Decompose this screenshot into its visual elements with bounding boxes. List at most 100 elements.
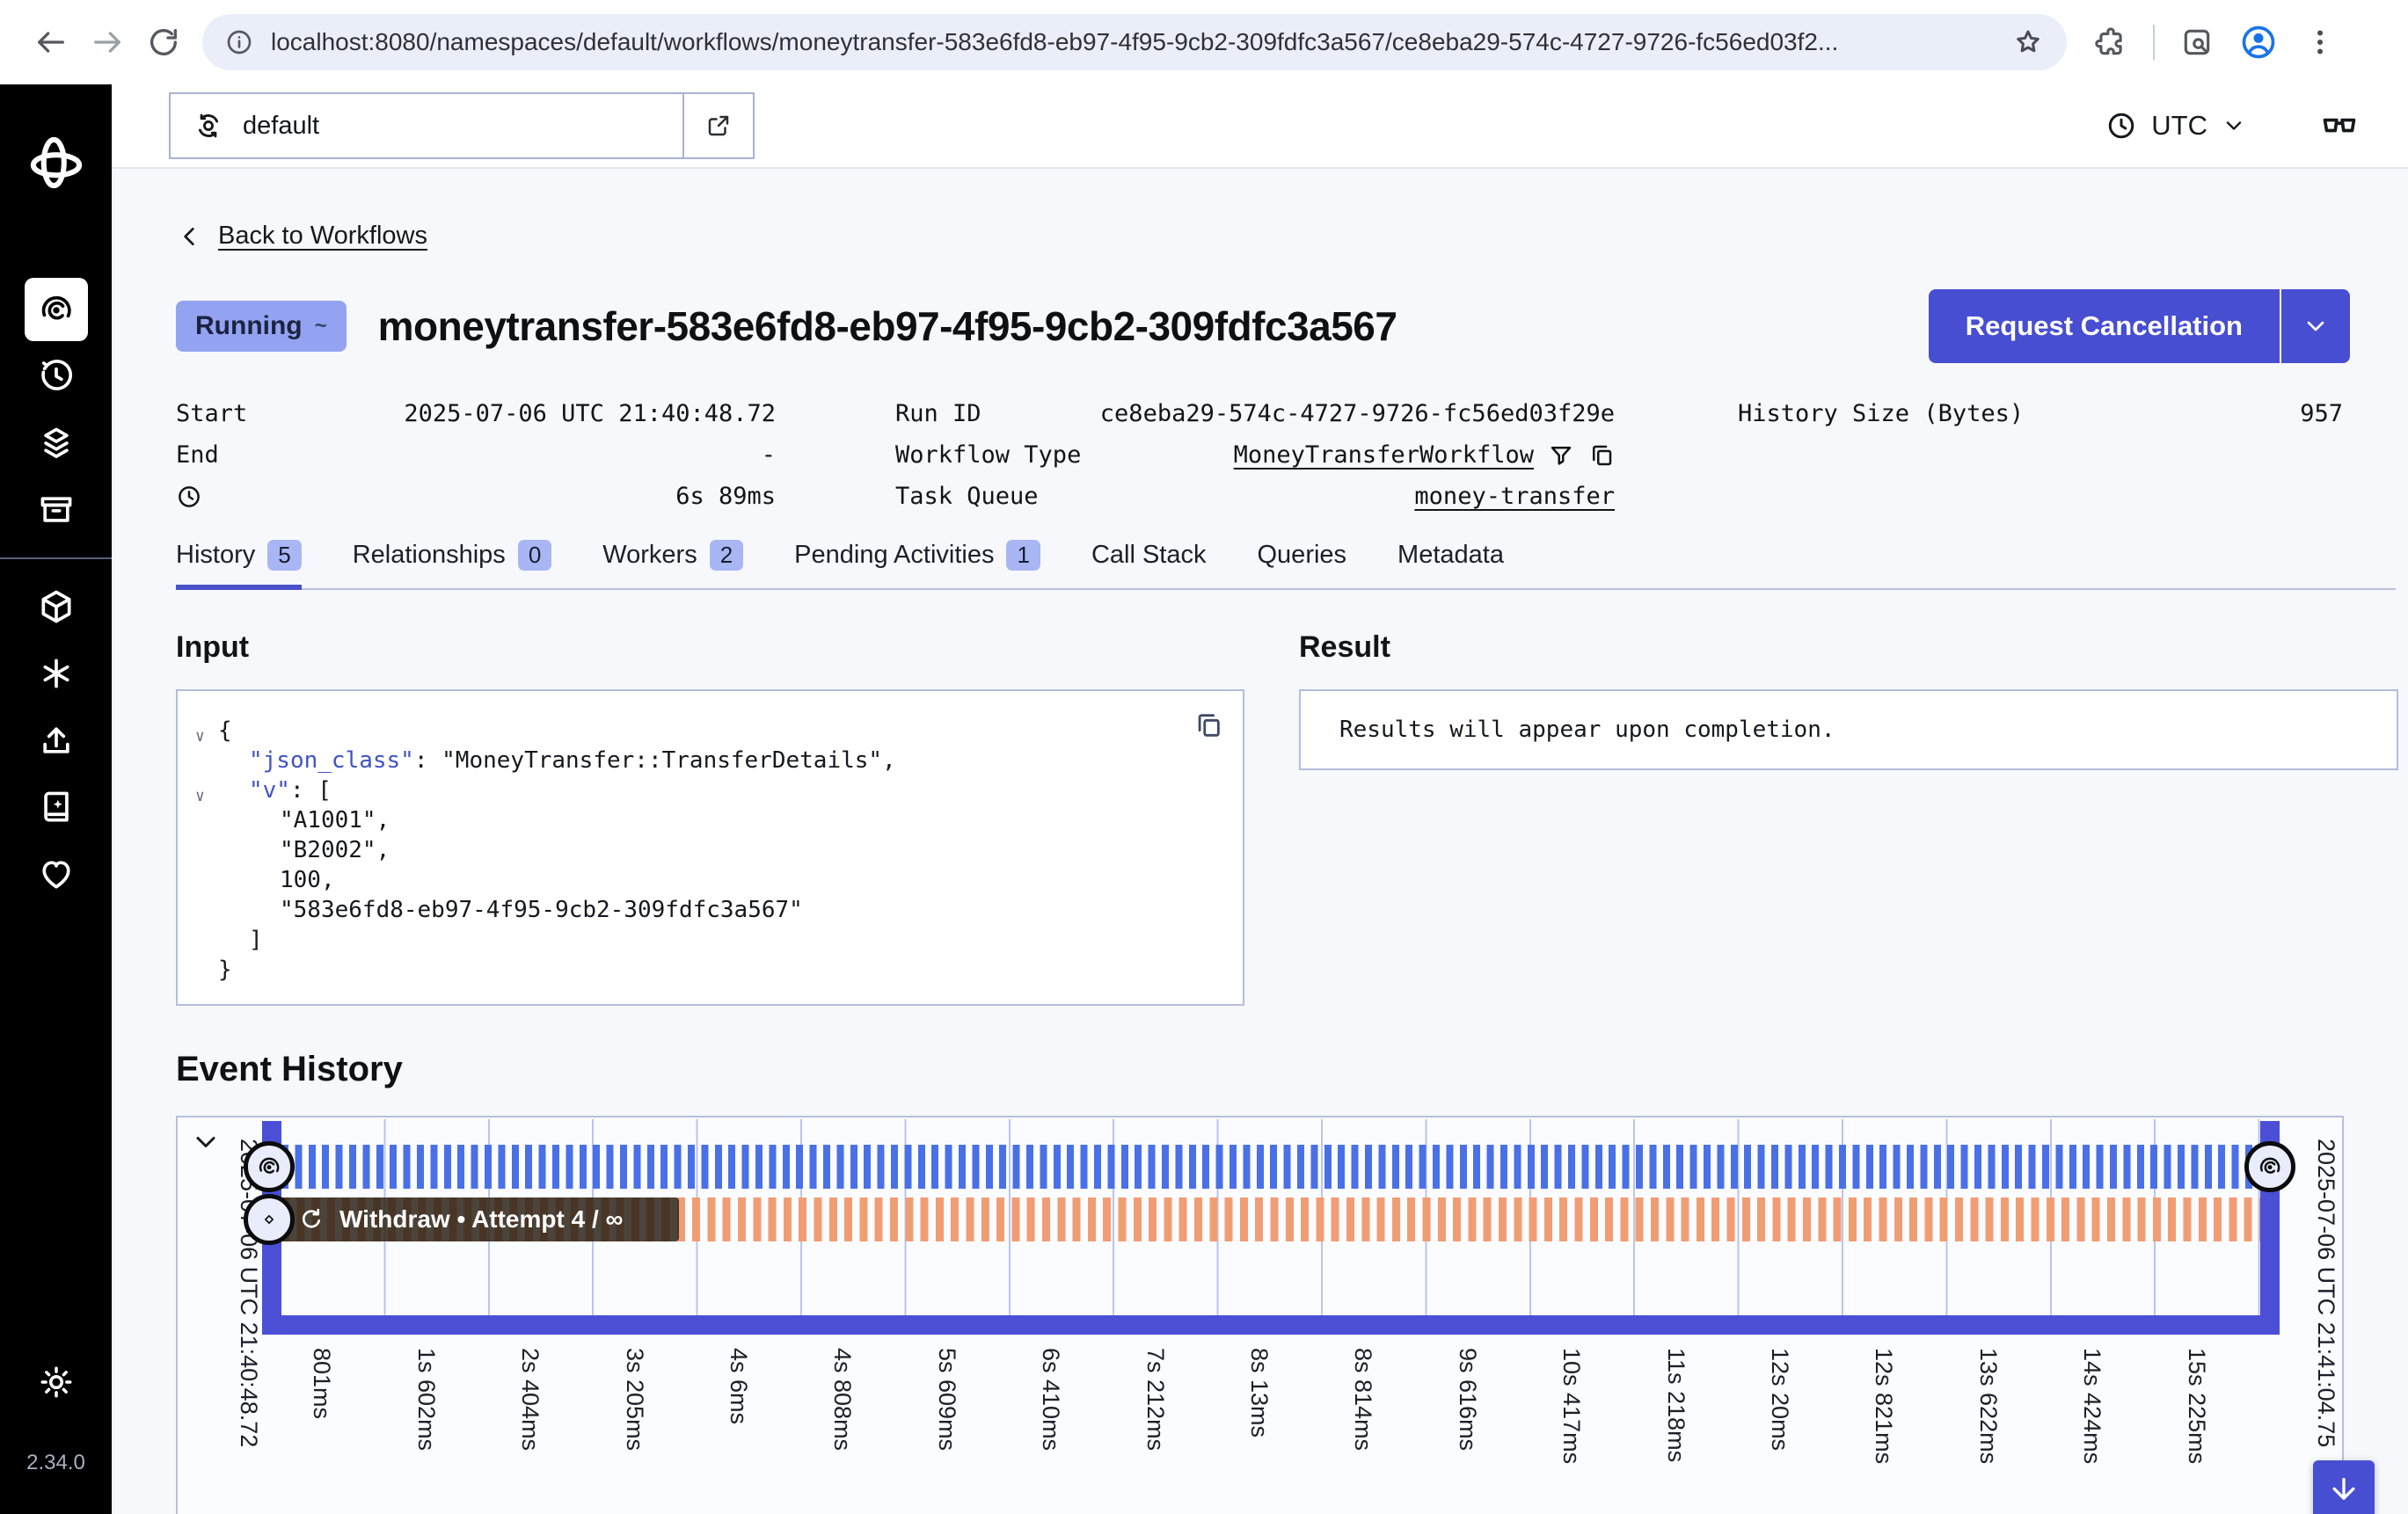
tab[interactable]: History 5	[176, 540, 302, 590]
copy-icon[interactable]	[1588, 442, 1615, 469]
workflow-end-marker[interactable]	[2244, 1141, 2295, 1192]
sidebar-item-namespaces[interactable]	[25, 575, 88, 638]
status-label: Running	[195, 311, 303, 341]
page-title: moneytransfer-583e6fd8-eb97-4f95-9cb2-30…	[378, 302, 1397, 350]
timeline-tick-label: 2s 404ms	[516, 1348, 544, 1451]
activity-marker[interactable]	[244, 1194, 295, 1245]
tab-count-badge: 0	[518, 540, 551, 571]
timeline-tick-label: 7s 212ms	[1142, 1348, 1169, 1451]
tab[interactable]: Call Stack	[1091, 540, 1207, 590]
timezone-select[interactable]: UTC	[2105, 110, 2246, 142]
tab-count-badge: 2	[710, 540, 743, 571]
profile-button[interactable]	[2234, 18, 2283, 67]
json-line: 100,	[178, 865, 1243, 895]
workflows-icon	[37, 290, 76, 329]
start-value: 2025-07-06 UTC 21:40:48.72	[404, 400, 776, 427]
json-line: }	[178, 955, 1243, 985]
task-queue-label: Task Queue	[895, 483, 1039, 510]
search-page-button[interactable]	[2172, 18, 2222, 67]
sidebar-item-import[interactable]	[25, 709, 88, 772]
input-json-viewer[interactable]: ∨{"json_class": "MoneyTransfer::Transfer…	[178, 716, 1243, 985]
theme-toggle-button[interactable]	[25, 1350, 88, 1414]
kebab-menu-icon	[2304, 26, 2336, 58]
arrow-right-icon	[90, 25, 125, 60]
temporal-logo[interactable]	[27, 134, 85, 192]
end-label: End	[176, 441, 219, 469]
cancellation-menu-button[interactable]	[2281, 289, 2350, 363]
external-link-icon	[705, 113, 732, 139]
site-info-icon[interactable]	[225, 28, 253, 56]
input-heading: Input	[176, 630, 1244, 665]
namespace-selector: default	[169, 92, 755, 159]
timeline-tick-label: 6s 410ms	[1037, 1348, 1064, 1451]
run-id-value: ce8eba29-574c-4727-9726-fc56ed03f29e	[1100, 400, 1615, 427]
cube-icon	[37, 587, 76, 626]
duration-value: 6s 89ms	[675, 483, 776, 510]
address-bar[interactable]: localhost:8080/namespaces/default/workfl…	[202, 14, 2067, 70]
timeline-tick-label: 9s 616ms	[1454, 1348, 1481, 1451]
timeline-tick-label: 801ms	[308, 1348, 335, 1419]
timeline-tick-label: 12s 821ms	[1870, 1348, 1897, 1464]
chevron-down-icon	[2302, 312, 2330, 340]
tab[interactable]: Queries	[1258, 540, 1347, 590]
run-id-label: Run ID	[895, 400, 981, 427]
timeline-tick-label: 15s 225ms	[2183, 1348, 2210, 1464]
back-to-workflows-link[interactable]: Back to Workflows	[218, 222, 427, 251]
tab-label: Metadata	[1397, 541, 1504, 570]
tab[interactable]: Relationships 0	[353, 540, 552, 590]
sidebar-item-nexus[interactable]	[25, 642, 88, 705]
page-search-icon	[2180, 25, 2214, 59]
browser-menu-button[interactable]	[2295, 18, 2345, 67]
scroll-to-bottom-button[interactable]	[2313, 1460, 2375, 1514]
tab-count-badge: 1	[1006, 540, 1040, 571]
tab-label: Queries	[1258, 541, 1347, 570]
workflow-event-icon	[2257, 1154, 2283, 1180]
puzzle-icon	[2094, 25, 2127, 59]
timeline-tick-label: 10s 417ms	[1558, 1348, 1585, 1464]
browser-reload-button[interactable]	[139, 18, 188, 67]
browser-back-button[interactable]	[26, 18, 76, 67]
namespace-value: default	[243, 112, 319, 141]
filter-icon[interactable]	[1548, 442, 1574, 469]
request-cancellation-button[interactable]: Request Cancellation	[1929, 289, 2280, 363]
workflow-start-marker[interactable]	[244, 1141, 295, 1192]
chevron-left-icon	[176, 222, 204, 251]
result-panel: Results will appear upon completion.	[1299, 689, 2398, 770]
browser-forward-button[interactable]	[83, 18, 132, 67]
browser-chrome: localhost:8080/namespaces/default/workfl…	[0, 0, 2408, 84]
sidebar-item-workflows[interactable]	[25, 278, 88, 341]
extensions-button[interactable]	[2086, 18, 2135, 67]
sidebar-item-archive[interactable]	[25, 478, 88, 542]
tab[interactable]: Metadata	[1397, 540, 1504, 590]
namespace-open-button[interactable]	[684, 94, 753, 157]
workflow-type-link[interactable]: MoneyTransferWorkflow	[1234, 441, 1534, 469]
result-heading: Result	[1299, 630, 2398, 665]
asterisk-icon	[37, 654, 76, 693]
request-cancellation-split-button: Request Cancellation	[1929, 289, 2350, 363]
labs-toggle-button[interactable]	[2320, 106, 2359, 145]
tab[interactable]: Pending Activities 1	[794, 540, 1040, 590]
activity-label-text: Withdraw • Attempt 4 / ∞	[339, 1205, 623, 1234]
tab-label: History	[176, 541, 255, 570]
heart-icon	[37, 855, 76, 893]
sidebar-item-batch-operations[interactable]	[25, 411, 88, 475]
input-panel: ∨{"json_class": "MoneyTransfer::Transfer…	[176, 689, 1244, 1006]
activity-diamond-icon	[260, 1211, 278, 1228]
task-queue-link[interactable]: money-transfer	[1414, 483, 1615, 510]
timeline-collapse-button[interactable]	[190, 1126, 222, 1158]
sidebar-item-feedback[interactable]	[25, 842, 88, 906]
layers-icon	[37, 424, 76, 462]
namespace-select[interactable]: default	[171, 94, 682, 157]
schedules-clock-icon	[37, 357, 76, 396]
workflow-task-row[interactable]	[281, 1145, 2260, 1189]
sidebar-item-docs[interactable]	[25, 775, 88, 839]
tab-label: Relationships	[353, 541, 506, 570]
json-line: ∨"v": [	[178, 775, 1243, 805]
tab-count-badge: 5	[267, 540, 301, 571]
sidebar-item-schedules[interactable]	[25, 345, 88, 408]
timeline-tick-label: 8s 814ms	[1349, 1348, 1376, 1451]
tab[interactable]: Workers 2	[602, 540, 743, 590]
event-history-timeline: Withdraw • Attempt 4 / ∞ 2025-07-06 UTC …	[176, 1116, 2344, 1514]
app-version: 2.34.0	[26, 1451, 85, 1475]
bookmark-star-icon[interactable]	[2012, 26, 2044, 58]
